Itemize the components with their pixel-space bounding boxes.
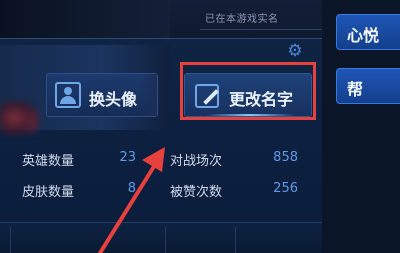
blurred-avatar-region-2 bbox=[22, 108, 42, 136]
battles-label: 对战场次 bbox=[170, 154, 223, 169]
likes-label: 被赞次数 bbox=[170, 185, 223, 200]
highlight-box bbox=[180, 62, 316, 120]
bottom-strip bbox=[0, 223, 322, 253]
button-fade bbox=[139, 74, 157, 116]
right-menu-item-2-label: 帮 bbox=[347, 80, 364, 99]
right-menu-item-1-label: 心悦 bbox=[347, 26, 380, 45]
verified-status-text: 已在本游戏实名 bbox=[205, 14, 279, 25]
avatar-icon bbox=[55, 82, 81, 108]
battles-value: 858 bbox=[273, 150, 298, 165]
skin-count-value: 8 bbox=[127, 181, 136, 196]
skin-count-label: 皮肤数量 bbox=[22, 185, 75, 200]
gear-icon[interactable]: ⚙ bbox=[286, 42, 304, 60]
right-menu-item-1[interactable]: 心悦 bbox=[336, 14, 400, 50]
right-menu-item-2[interactable]: 帮 bbox=[336, 68, 400, 104]
change-avatar-button[interactable]: 换头像 bbox=[46, 73, 158, 117]
change-avatar-label: 换头像 bbox=[89, 90, 138, 109]
likes-value: 256 bbox=[273, 181, 298, 196]
hero-count-value: 23 bbox=[119, 150, 136, 165]
top-bar-shade bbox=[0, 0, 170, 40]
hero-count-label: 英雄数量 bbox=[22, 154, 75, 169]
